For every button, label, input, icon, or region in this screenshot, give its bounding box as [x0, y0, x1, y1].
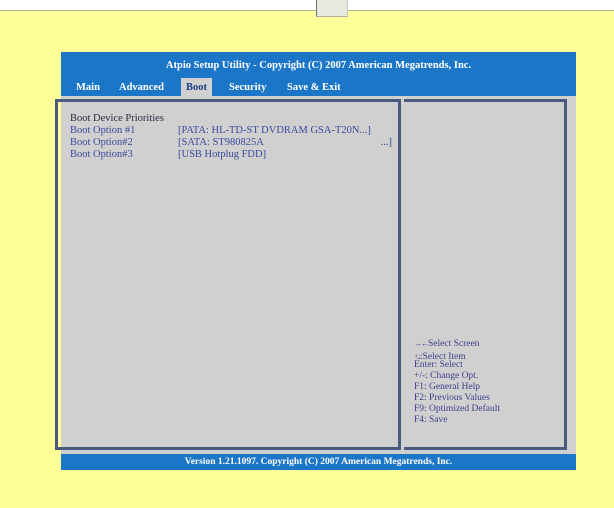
document-tab: [316, 0, 348, 17]
help-list: →←Select Screen ↑↓:Select Item Enter: Se…: [414, 338, 500, 426]
boot-option-value: [PATA: HL-TD-ST DVDRAM GSA-T20N...]: [178, 125, 371, 136]
left-right-arrows-icon: →←: [414, 339, 429, 348]
options-panel: Boot Device Priorities Boot Option #1 [PA…: [55, 99, 401, 450]
help-item: +/-: Change Opt.: [414, 371, 479, 381]
help-item: Enter: Select: [414, 360, 463, 370]
boot-option-label: Boot Option#3: [70, 149, 133, 160]
document-top-strip: [0, 0, 614, 11]
help-item: F4: Save: [414, 415, 448, 425]
menu-bar: Main Advanced Boot Security Save & Exit: [61, 76, 576, 97]
boot-option-label: Boot Option#2: [70, 137, 133, 148]
help-panel: →←Select Screen ↑↓:Select Item Enter: Se…: [404, 99, 567, 450]
boot-option-value: [SATA: ST980825A...]: [178, 137, 392, 148]
help-item: F9: Optimized Default: [414, 404, 501, 414]
boot-option-3[interactable]: Boot Option#3 [USB Hotplug FDD]: [70, 149, 398, 160]
help-item: F2: Previous Values: [414, 393, 490, 403]
boot-option-1[interactable]: Boot Option #1 [PATA: HL-TD-ST DVDRAM GSA…: [70, 125, 398, 136]
boot-option-2[interactable]: Boot Option#2 [SATA: ST980825A...]: [70, 137, 398, 148]
bios-title: Atpio Setup Utility - Copyright (C) 2007…: [165, 60, 472, 71]
boot-option-label: Boot Option #1: [70, 125, 136, 136]
help-item: F1: General Help: [414, 382, 480, 392]
tab-boot[interactable]: Boot: [181, 78, 212, 97]
bios-screen: Atpio Setup Utility - Copyright (C) 2007…: [55, 52, 576, 470]
boot-option-value: [USB Hotplug FDD]: [178, 149, 267, 160]
tab-main[interactable]: Main: [71, 79, 105, 96]
tab-advanced[interactable]: Advanced: [114, 79, 169, 96]
tab-security[interactable]: Security: [224, 79, 271, 96]
content-area: Boot Device Priorities Boot Option #1 [PA…: [55, 96, 576, 454]
tab-save-exit[interactable]: Save & Exit: [282, 79, 346, 96]
help-item: →←Select Screen: [414, 339, 480, 349]
section-title: Boot Device Priorities: [70, 113, 164, 124]
version-footer: Version 1.21.1097. Copyright (C) 2007 Am…: [184, 457, 453, 467]
